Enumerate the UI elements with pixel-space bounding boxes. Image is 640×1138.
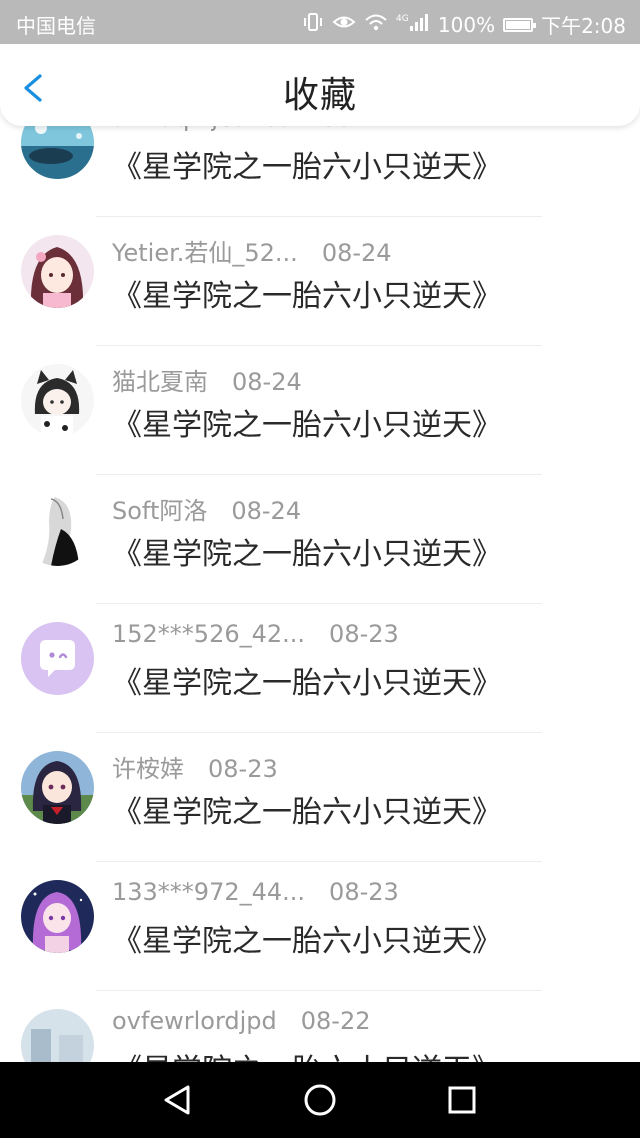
date: 08-24 <box>321 126 391 132</box>
username[interactable]: Soft阿洛 <box>112 497 207 525</box>
date: 08-22 <box>300 1007 371 1035</box>
username[interactable]: 152***526_42... <box>112 620 305 648</box>
wifi-icon <box>364 12 388 38</box>
date: 08-23 <box>329 878 399 906</box>
list-item[interactable]: 许桉婞 08-23 《星学院之一胎六小只逆天》 <box>0 733 640 862</box>
anime-girl-pink-avatar[interactable] <box>21 235 94 308</box>
battery-percent: 100% <box>437 12 496 37</box>
username[interactable]: 猫北夏南 <box>112 368 208 396</box>
date: 08-24 <box>232 368 302 396</box>
nav-home-button[interactable] <box>300 1080 340 1120</box>
username[interactable]: Yetier.若仙_52... <box>112 239 298 267</box>
username[interactable]: ovfewrlordjpd <box>112 1007 277 1035</box>
item-meta: 133***972_44... 08-23 <box>112 878 399 906</box>
list-item[interactable]: 猫北夏南 08-24 《星学院之一胎六小只逆天》 <box>0 346 640 475</box>
list-item[interactable]: 152***526_42... 08-23 《星学院之一胎六小只逆天》 <box>0 604 640 733</box>
signal-icon: 4G <box>396 12 430 38</box>
item-meta: 猫北夏南 08-24 <box>112 362 302 397</box>
favorites-screen: 中国电信 4G 100% 下午2:08 收藏 《星学院之一胎六小只逆天》 Yet… <box>0 0 640 1138</box>
date: 08-23 <box>329 620 399 648</box>
item-meta: 许桉婞 08-23 <box>112 749 278 784</box>
date: 08-23 <box>208 755 278 783</box>
item-meta: Yetier.若仙_52... 08-24 <box>112 233 392 268</box>
list-item[interactable]: 133***972_44... 08-23 《星学院之一胎六小只逆天》 <box>0 862 640 991</box>
status-bar: 中国电信 4G 100% 下午2:08 <box>0 0 640 44</box>
book-title[interactable]: 《星学院之一胎六小只逆天》 <box>112 142 502 186</box>
date: 08-24 <box>321 239 392 267</box>
favorites-list[interactable]: armaqhijeanbsi 08-24 《星学院之一胎六小只逆天》 <box>0 126 640 1062</box>
nav-recent-button[interactable] <box>442 1080 482 1120</box>
battery-icon <box>503 17 537 32</box>
signal-label: 4G <box>396 14 409 24</box>
username[interactable]: 133***972_44... <box>112 878 305 906</box>
nav-back-button[interactable] <box>158 1080 198 1120</box>
status-icons: 4G 100% 下午2:08 <box>302 10 626 39</box>
book-title[interactable]: 《星学院之一胎六小只逆天》 <box>112 916 502 960</box>
list-item[interactable]: Yetier.若仙_52... 08-24 《星学院之一胎六小只逆天》 <box>0 217 640 346</box>
username[interactable]: armaqhijeanbsi <box>112 126 297 132</box>
chat-bubble-avatar[interactable] <box>21 622 94 695</box>
item-meta: ovfewrlordjpd 08-22 <box>112 1007 371 1035</box>
chibi-cat-girl-avatar[interactable] <box>21 364 94 437</box>
date: 08-24 <box>231 497 302 525</box>
book-title[interactable]: 《星学院之一胎六小只逆天》 <box>112 271 502 315</box>
system-navigation-bar <box>0 1062 640 1138</box>
vibrate-icon <box>302 12 324 38</box>
list-item[interactable]: Soft阿洛 08-24 《星学院之一胎六小只逆天》 <box>0 475 640 604</box>
item-meta: armaqhijeanbsi 08-24 <box>112 126 391 132</box>
book-title[interactable]: 《星学院之一胎六小只逆天》 <box>112 658 502 702</box>
item-meta: Soft阿洛 08-24 <box>112 491 301 526</box>
square-recent-icon <box>448 1086 476 1114</box>
anime-girl-dark-avatar[interactable] <box>21 751 94 824</box>
circle-home-icon <box>304 1084 336 1116</box>
anime-girl-purple-avatar[interactable] <box>21 880 94 953</box>
book-title[interactable]: 《星学院之一胎六小只逆天》 <box>112 787 502 831</box>
list-item[interactable]: ovfewrlordjpd 08-22 《星学院之一胎六小只逆天》 <box>0 991 640 1062</box>
winter-scene-avatar[interactable] <box>21 1009 94 1062</box>
book-title[interactable]: 《星学院之一胎六小只逆天》 <box>112 529 502 573</box>
book-title[interactable]: 《星学院之一胎六小只逆天》 <box>112 1045 502 1062</box>
header-bar: 收藏 <box>0 44 640 126</box>
carrier-name: 中国电信 <box>16 14 96 38</box>
clock: 下午2:08 <box>541 14 626 38</box>
monochrome-figure-avatar[interactable] <box>21 493 94 566</box>
book-title[interactable]: 《星学院之一胎六小只逆天》 <box>112 400 502 444</box>
eye-icon <box>332 12 356 38</box>
page-title: 收藏 <box>282 75 357 116</box>
sky-whale-avatar[interactable] <box>21 126 94 179</box>
list-item[interactable]: armaqhijeanbsi 08-24 《星学院之一胎六小只逆天》 <box>0 126 640 217</box>
item-meta: 152***526_42... 08-23 <box>112 620 399 648</box>
triangle-back-icon <box>164 1085 190 1115</box>
username[interactable]: 许桉婞 <box>112 755 184 783</box>
